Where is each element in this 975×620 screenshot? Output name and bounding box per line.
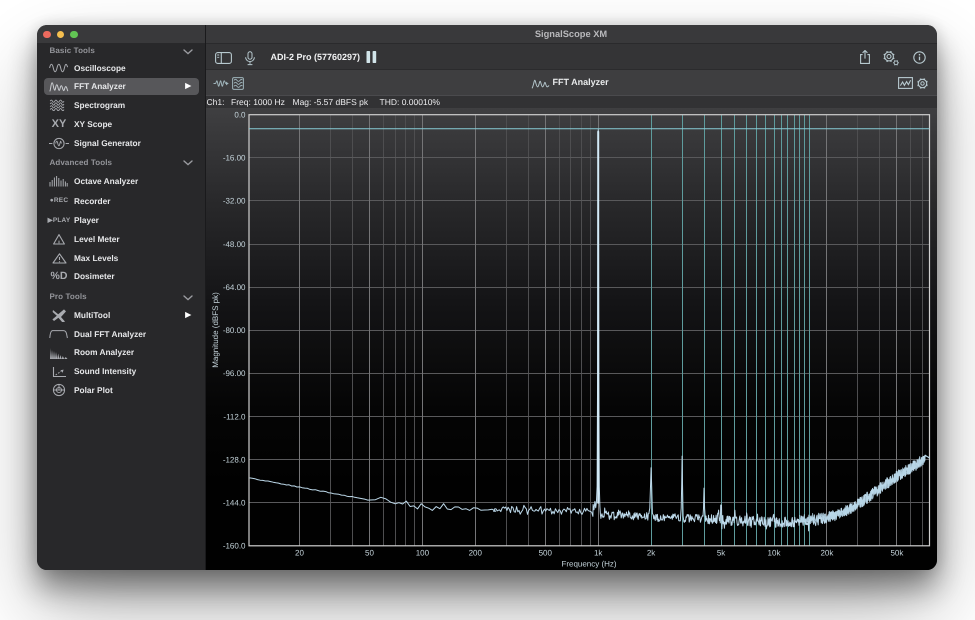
- svg-text:200: 200: [468, 549, 482, 558]
- svg-text:20k: 20k: [820, 549, 834, 558]
- svg-text:50k: 50k: [890, 549, 904, 558]
- svg-text:Magnitude (dBFS pk): Magnitude (dBFS pk): [211, 292, 220, 368]
- svg-text:-32.00: -32.00: [222, 197, 245, 206]
- svg-text:-48.00: -48.00: [222, 240, 245, 249]
- svg-text:2k: 2k: [646, 549, 655, 558]
- svg-text:20: 20: [295, 549, 304, 558]
- svg-text:1k: 1k: [593, 549, 602, 558]
- svg-text:-96.00: -96.00: [222, 369, 245, 378]
- svg-text:-160.0: -160.0: [222, 542, 245, 551]
- svg-text:-128.0: -128.0: [222, 455, 245, 464]
- svg-text:5k: 5k: [716, 549, 725, 558]
- svg-text:-144.0: -144.0: [222, 499, 245, 508]
- svg-text:-64.00: -64.00: [222, 283, 245, 292]
- svg-text:500: 500: [538, 549, 552, 558]
- svg-text:10k: 10k: [767, 549, 781, 558]
- svg-text:-16.00: -16.00: [222, 154, 245, 163]
- svg-text:0.0: 0.0: [234, 111, 246, 120]
- svg-text:100: 100: [415, 549, 429, 558]
- svg-text:50: 50: [365, 549, 374, 558]
- svg-text:Frequency (Hz): Frequency (Hz): [561, 560, 616, 569]
- svg-text:-112.0: -112.0: [223, 412, 246, 421]
- svg-text:-80.00: -80.00: [222, 326, 245, 335]
